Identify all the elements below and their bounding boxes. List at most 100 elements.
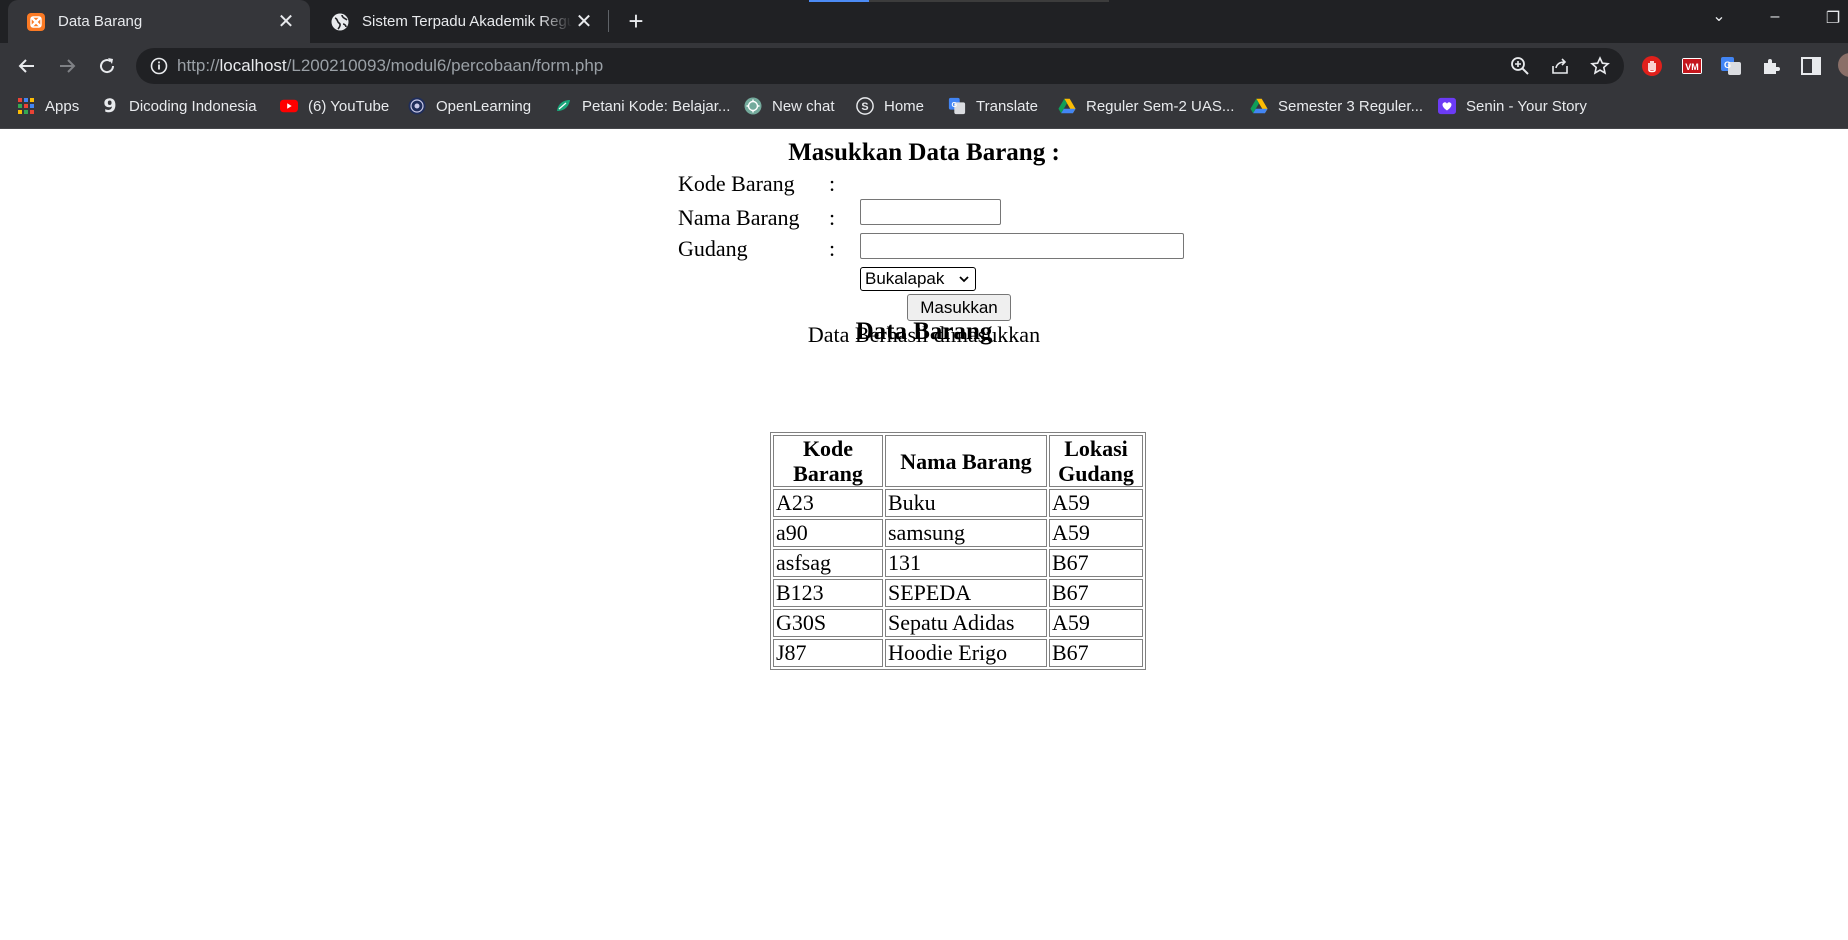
- table-row: A23 Buku A59: [773, 489, 1143, 517]
- profile-avatar[interactable]: [1838, 53, 1848, 77]
- forward-icon[interactable]: [53, 52, 81, 80]
- loading-indicator: [809, 0, 869, 2]
- share-icon[interactable]: [1550, 56, 1570, 76]
- cell-nama-barang: 131: [885, 549, 1047, 577]
- minimize-icon[interactable]: –: [1760, 8, 1790, 26]
- bookmark-openlearning[interactable]: OpenLearning: [408, 89, 531, 123]
- translate-icon: G: [948, 97, 966, 115]
- youtube-icon: [280, 97, 298, 115]
- gudang-select[interactable]: Bukalapak: [860, 267, 976, 291]
- petani-kode-icon: [554, 97, 572, 115]
- cell-lokasi-gudang: A59: [1049, 519, 1143, 547]
- url-scheme: http://: [177, 56, 220, 75]
- cell-kode-barang: B123: [773, 579, 883, 607]
- cell-lokasi-gudang: B67: [1049, 639, 1143, 667]
- extensions-puzzle-icon[interactable]: [1760, 55, 1782, 77]
- svg-text:G: G: [1724, 60, 1731, 70]
- bookmark-new-chat[interactable]: New chat: [744, 89, 835, 123]
- header-text: Kode: [802, 436, 854, 461]
- bookmark-star-icon[interactable]: [1590, 56, 1610, 76]
- svg-text:S: S: [861, 101, 868, 113]
- form-heading: Masukkan Data Barang :: [788, 139, 1060, 166]
- new-tab-icon[interactable]: +: [622, 8, 650, 36]
- tab-separator: [608, 10, 609, 32]
- header-text: Gudang: [1058, 461, 1134, 486]
- dicoding-icon: 9: [103, 95, 117, 117]
- bookmark-label: (6) YouTube: [308, 97, 390, 115]
- reload-icon[interactable]: [93, 52, 121, 80]
- chatgpt-icon: [744, 97, 762, 115]
- bookmark-label: Senin - Your Story: [1466, 97, 1587, 115]
- cell-nama-barang: Sepatu Adidas: [885, 609, 1047, 637]
- masukkan-button[interactable]: Masukkan: [907, 294, 1011, 321]
- tab-search-chevron-icon[interactable]: ⌄: [1704, 6, 1734, 26]
- gudang-label: Gudang: [678, 236, 748, 261]
- bookmark-translate[interactable]: G Translate: [948, 89, 1038, 123]
- skype-icon: S: [856, 97, 874, 115]
- zoom-icon[interactable]: [1510, 56, 1530, 76]
- cell-kode-barang: J87: [773, 639, 883, 667]
- apps-grid-icon: [17, 97, 35, 115]
- site-info-icon[interactable]: [150, 57, 168, 75]
- bookmark-petani-kode[interactable]: Petani Kode: Belajar...: [554, 89, 730, 123]
- bookmark-semester3[interactable]: Semester 3 Reguler...: [1250, 89, 1423, 123]
- bookmarks-bar: Apps 9 Dicoding Indonesia (6) YouTube Op…: [0, 89, 1848, 129]
- bookmark-reguler-sem2[interactable]: Reguler Sem-2 UAS...: [1058, 89, 1234, 123]
- table-row: G30S Sepatu Adidas A59: [773, 609, 1143, 637]
- table-row: B123 SEPEDA B67: [773, 579, 1143, 607]
- cell-kode-barang: asfsag: [773, 549, 883, 577]
- header-text: Barang: [793, 461, 863, 486]
- cell-nama-barang: SEPEDA: [885, 579, 1047, 607]
- globe-icon: [331, 13, 349, 30]
- bookmark-label: OpenLearning: [436, 97, 532, 115]
- cell-kode-barang: G30S: [773, 609, 883, 637]
- close-tab-icon[interactable]: ✕: [572, 10, 596, 34]
- table-heading: Data Barang: [855, 318, 993, 345]
- google-translate-extension-icon[interactable]: G: [1720, 55, 1742, 77]
- bookmark-label: Apps: [45, 97, 80, 115]
- url-path: /L200210093/modul6/percobaan/form.php: [286, 56, 604, 75]
- loading-track: [869, 0, 1109, 2]
- url-text[interactable]: http://localhost/L200210093/modul6/perco…: [177, 56, 603, 76]
- table-row: a90 samsung A59: [773, 519, 1143, 547]
- kode-barang-label: Kode Barang: [678, 171, 795, 196]
- tab-sistem-terpadu[interactable]: Sistem Terpadu Akademik Reguler ✕: [312, 0, 608, 43]
- vm-extension-icon[interactable]: VM: [1681, 55, 1703, 77]
- header-text: Nama Barang: [900, 448, 1032, 474]
- address-bar[interactable]: http://localhost/L200210093/modul6/perco…: [136, 48, 1624, 84]
- nama-barang-label: Nama Barang: [678, 205, 800, 230]
- bookmark-dicoding[interactable]: 9 Dicoding Indonesia: [101, 89, 257, 123]
- bookmark-label: Petani Kode: Belajar...: [582, 97, 731, 115]
- table-row: asfsag 131 B67: [773, 549, 1143, 577]
- gudang-selected-value: Bukalapak: [865, 269, 945, 288]
- close-tab-icon[interactable]: ✕: [274, 10, 298, 34]
- google-drive-icon: [1250, 97, 1268, 115]
- svg-text:G: G: [952, 100, 958, 109]
- tab-data-barang[interactable]: Data Barang ✕: [8, 0, 310, 43]
- bookmark-label: Reguler Sem-2 UAS...: [1086, 97, 1235, 115]
- nama-barang-input[interactable]: [860, 233, 1184, 259]
- back-icon[interactable]: [13, 52, 41, 80]
- tab-strip: Data Barang ✕ Sistem Terpadu Akademik Re…: [0, 0, 1848, 43]
- header-text: Lokasi: [1064, 436, 1128, 461]
- kode-barang-input[interactable]: [860, 199, 1001, 225]
- cell-lokasi-gudang: A59: [1049, 609, 1143, 637]
- tab-title: Data Barang: [58, 13, 143, 30]
- page-content: Masukkan Data Barang : Kode Barang : Nam…: [0, 129, 1848, 940]
- tab-title: Sistem Terpadu Akademik Reguler: [362, 13, 572, 30]
- adblock-extension-icon[interactable]: [1641, 55, 1663, 77]
- cell-kode-barang: A23: [773, 489, 883, 517]
- bookmark-youtube[interactable]: (6) YouTube: [280, 89, 389, 123]
- bookmark-apps[interactable]: Apps: [17, 89, 79, 123]
- cell-lokasi-gudang: A59: [1049, 489, 1143, 517]
- data-barang-table: Kode Barang Nama Barang Lokasi Gudang A23 …: [770, 432, 1146, 670]
- side-panel-icon[interactable]: [1800, 55, 1822, 77]
- bookmark-home[interactable]: S Home: [856, 89, 924, 123]
- restore-window-icon[interactable]: ❐: [1818, 8, 1848, 28]
- bookmark-label: Dicoding Indonesia: [129, 97, 257, 115]
- svg-text:VM: VM: [1685, 62, 1699, 72]
- xampp-icon: [27, 12, 45, 31]
- bookmark-senin-your-story[interactable]: Senin - Your Story: [1438, 89, 1587, 123]
- column-header-nama-barang: Nama Barang: [885, 435, 1047, 487]
- nama-barang-colon: :: [829, 205, 836, 230]
